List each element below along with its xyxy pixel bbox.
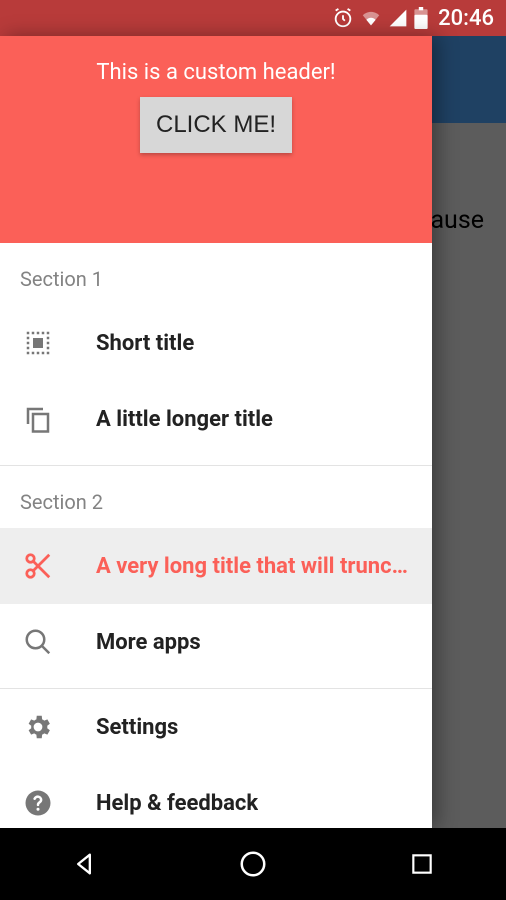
navigation-drawer: This is a custom header! CLICK ME! Secti… [0,36,432,828]
cut-icon [20,548,56,584]
home-button[interactable] [236,847,270,881]
nav-item-label: Settings [96,715,178,740]
search-icon [20,624,56,660]
alarm-icon [332,7,354,29]
help-icon [20,785,56,821]
clock-text: 20:46 [438,6,494,31]
battery-icon [414,7,428,29]
copy-icon [20,401,56,437]
nav-item-long-truncate[interactable]: A very long title that will truncate… [0,528,432,604]
nav-item-label: Help & feedback [96,791,258,816]
section-2-label: Section 2 [0,466,432,528]
drawer-header: This is a custom header! CLICK ME! [0,36,432,243]
gear-icon [20,709,56,745]
wifi-icon [360,7,382,29]
drawer-body[interactable]: Section 1 Short title A little longer ti… [0,243,432,828]
nav-item-label: A little longer title [96,407,273,432]
recents-button[interactable] [405,847,439,881]
click-me-button[interactable]: CLICK ME! [140,97,292,153]
section-1-label: Section 1 [0,243,432,305]
back-button[interactable] [67,847,101,881]
nav-item-label: A very long title that will truncate… [96,554,412,579]
select-all-icon [20,325,56,361]
nav-item-short-title[interactable]: Short title [0,305,432,381]
system-nav-bar [0,828,506,900]
drawer-header-text: This is a custom header! [96,60,335,85]
status-bar: 20:46 [0,0,506,36]
nav-item-label: More apps [96,630,201,655]
nav-item-more-apps[interactable]: More apps [0,604,432,680]
nav-item-label: Short title [96,331,194,356]
cellular-icon [388,8,408,28]
nav-item-settings[interactable]: Settings [0,689,432,765]
nav-item-longer-title[interactable]: A little longer title [0,381,432,457]
nav-item-help-feedback[interactable]: Help & feedback [0,765,432,828]
